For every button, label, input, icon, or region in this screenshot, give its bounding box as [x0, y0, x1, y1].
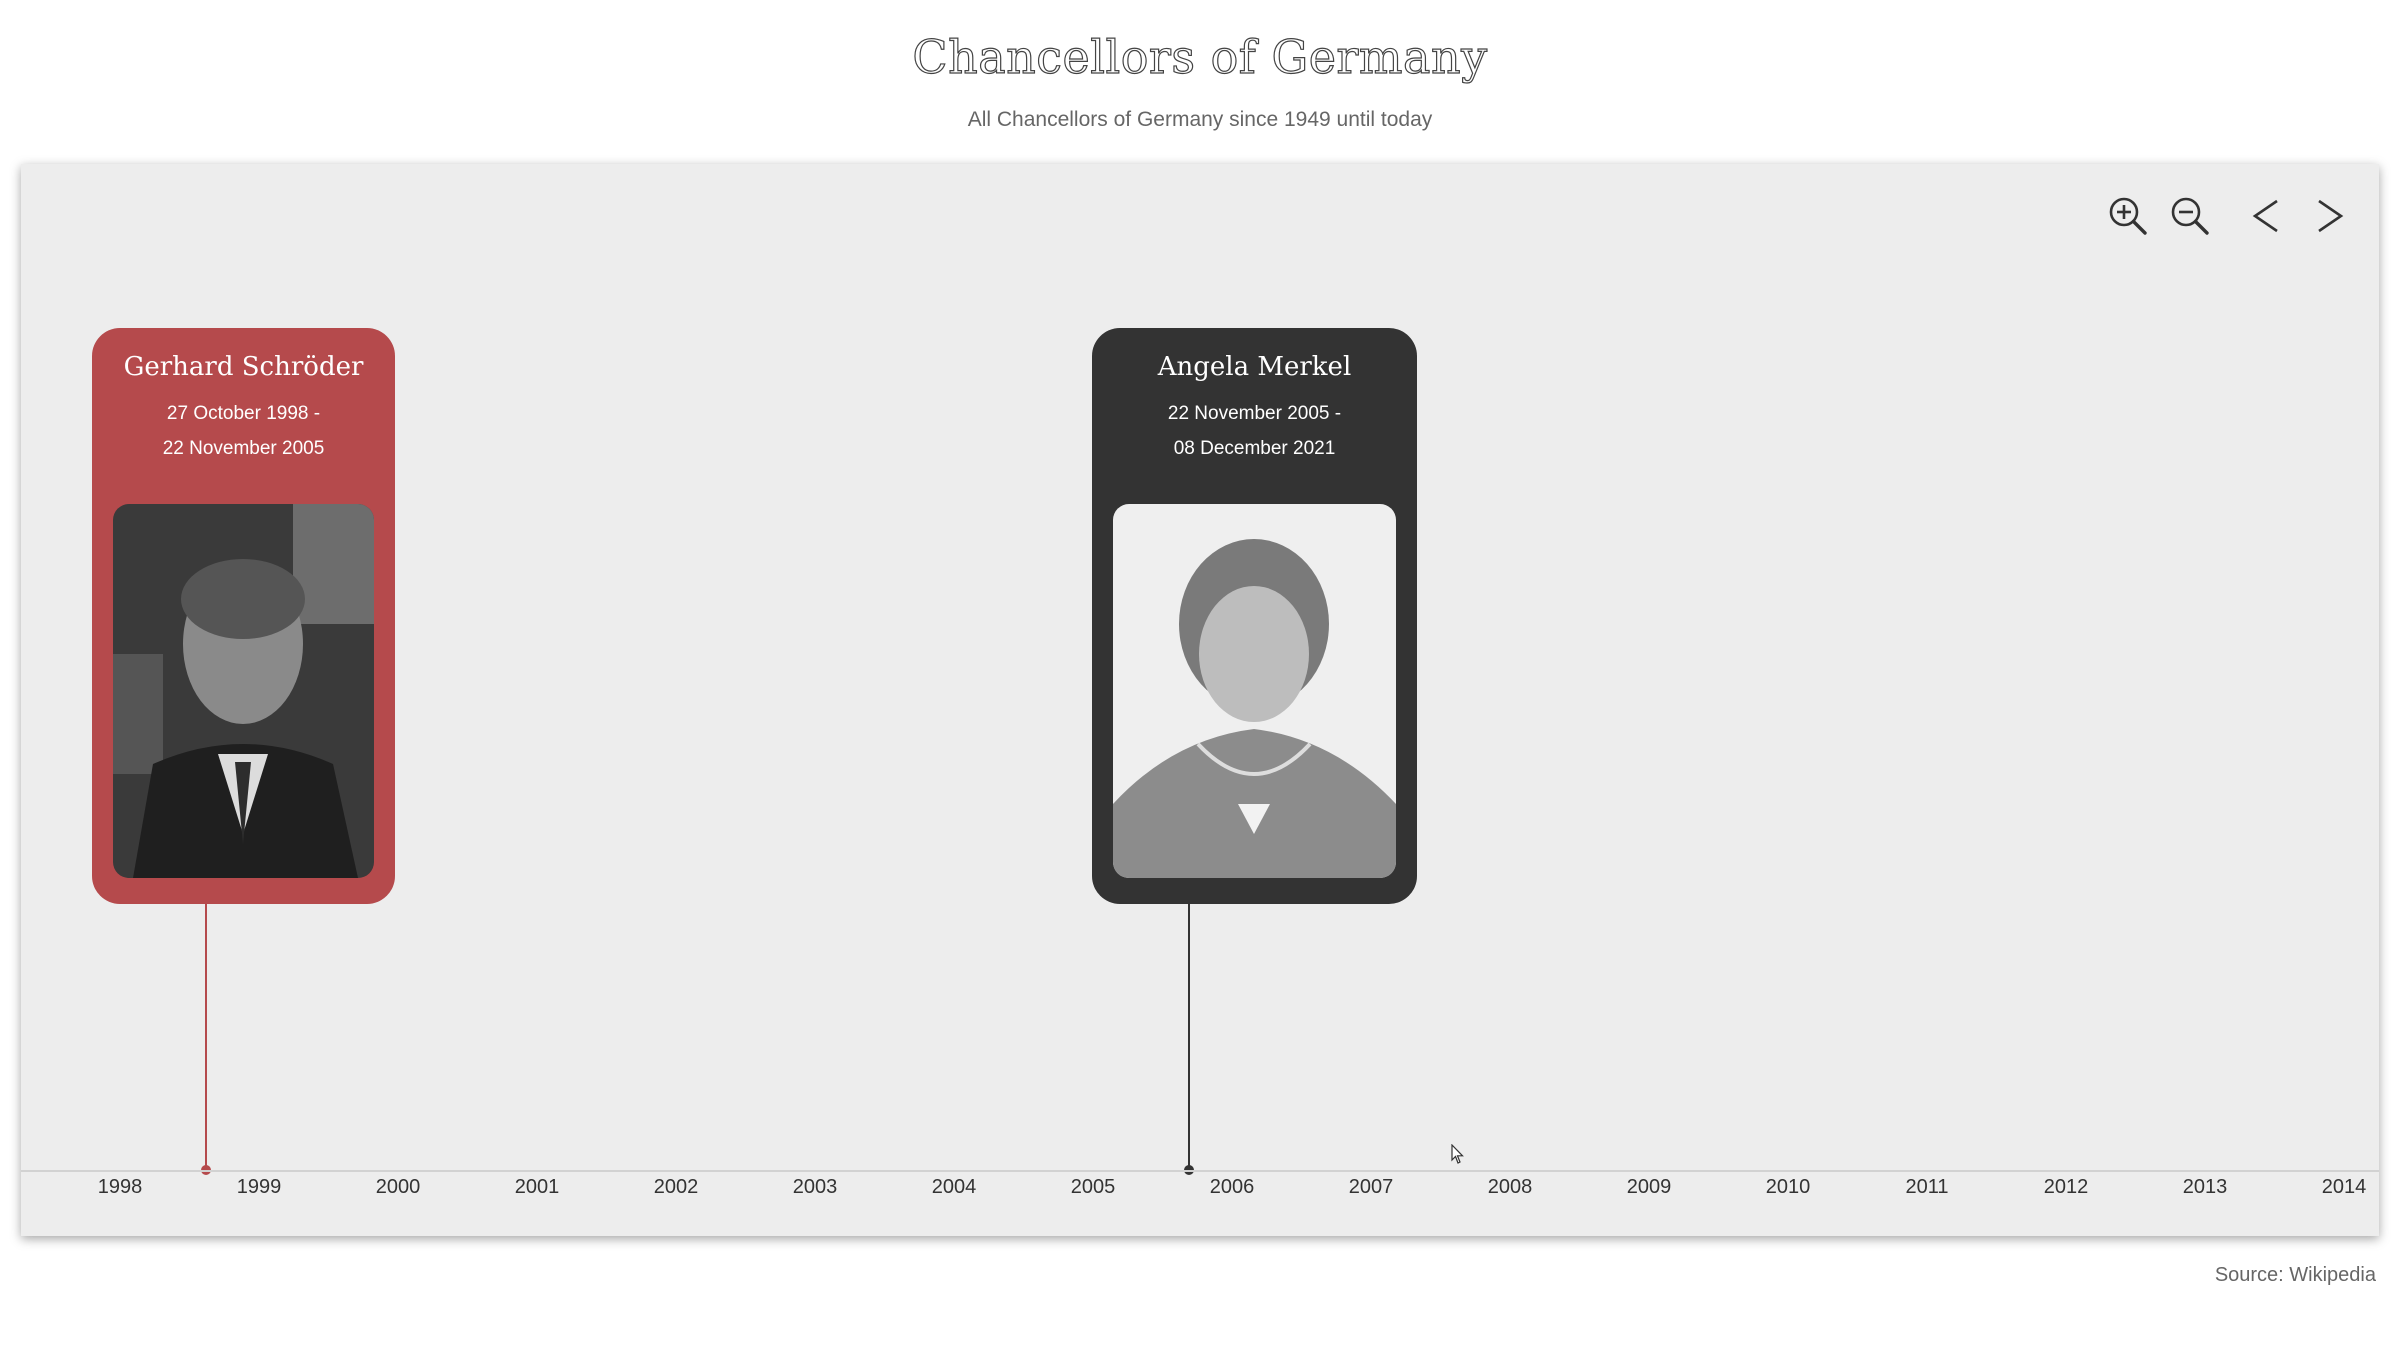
- year-tick-label: 2002: [653, 1176, 699, 1198]
- timeline-card-merkel[interactable]: Angela Merkel 22 November 2005 - 08 Dece…: [1092, 328, 1417, 904]
- year-tick-label: 2005: [1070, 1176, 1116, 1198]
- zoom-out-icon: [2171, 197, 2209, 235]
- year-tick-label: 2001: [514, 1176, 560, 1198]
- year-tick-label: 1998: [97, 1176, 143, 1198]
- zoom-out-button[interactable]: [2166, 192, 2214, 240]
- year-tick-label: 2007: [1348, 1176, 1394, 1198]
- year-tick-label: 2011: [1905, 1176, 1949, 1198]
- portrait-photo: [1113, 504, 1396, 878]
- previous-button[interactable]: [2243, 192, 2291, 240]
- zoom-in-icon: [2109, 197, 2147, 235]
- page-title: Chancellors of Germany: [912, 29, 1488, 84]
- event-stem-schroeder: [205, 904, 207, 1170]
- year-tick-label: 2004: [931, 1176, 977, 1198]
- card-date-start: 22 November 2005 -: [1167, 403, 1342, 424]
- year-tick-label: 2014: [2321, 1176, 2367, 1198]
- year-tick-label: 2013: [2182, 1176, 2228, 1198]
- page-subtitle: All Chancellors of Germany since 1949 un…: [967, 108, 1433, 131]
- year-tick-label: 2012: [2043, 1176, 2089, 1198]
- card-date-end: 22 November 2005: [162, 438, 325, 459]
- zoom-in-button[interactable]: [2104, 192, 2152, 240]
- portrait-photo: [113, 504, 374, 878]
- chevron-right-icon: [2318, 199, 2344, 233]
- year-tick-label: 1999: [236, 1176, 282, 1198]
- timeline-panel[interactable]: Gerhard Schröder 27 October 1998 - 22 No…: [21, 164, 2379, 1236]
- card-dates: 27 October 1998 - 22 November 2005: [92, 396, 395, 466]
- event-stem-merkel: [1188, 904, 1190, 1170]
- year-tick-label: 2006: [1209, 1176, 1255, 1198]
- timeline-card-schroeder[interactable]: Gerhard Schröder 27 October 1998 - 22 No…: [92, 328, 395, 904]
- year-tick-label: 2003: [792, 1176, 838, 1198]
- source-credit: Source: Wikipedia: [2214, 1264, 2376, 1286]
- mouse-cursor-icon: [1451, 1144, 1464, 1164]
- card-name: Gerhard Schröder: [123, 352, 364, 382]
- card-date-start: 27 October 1998 -: [166, 403, 321, 424]
- timeline-axis: [21, 1170, 2379, 1172]
- year-tick-label: 2010: [1765, 1176, 1811, 1198]
- card-name: Angela Merkel: [1157, 352, 1352, 382]
- year-tick-label: 2000: [375, 1176, 421, 1198]
- year-tick-label: 2009: [1626, 1176, 1672, 1198]
- card-dates: 22 November 2005 - 08 December 2021: [1092, 396, 1417, 466]
- next-button[interactable]: [2305, 192, 2353, 240]
- card-date-end: 08 December 2021: [1173, 438, 1336, 459]
- year-tick-label: 2008: [1487, 1176, 1533, 1198]
- chevron-left-icon: [2252, 199, 2278, 233]
